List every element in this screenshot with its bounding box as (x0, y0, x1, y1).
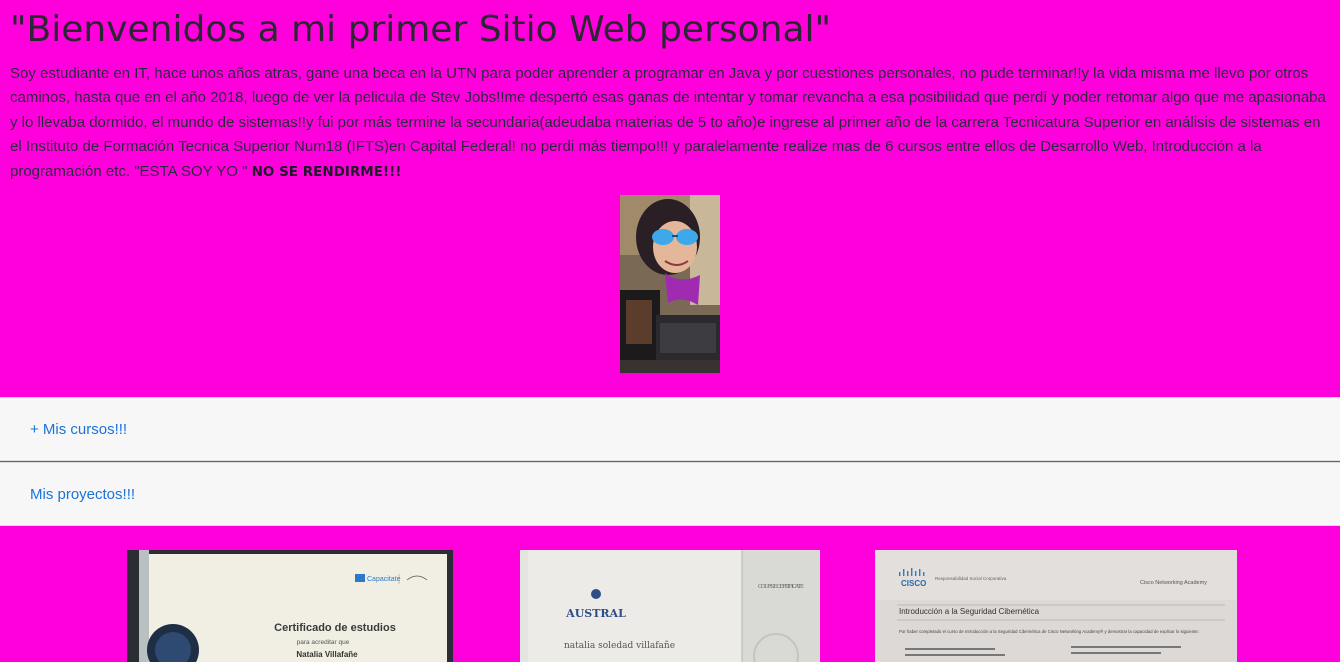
cert1-title: Certificado de estudios (274, 622, 396, 634)
cert3-academy: Cisco Networking Academy (1140, 580, 1207, 586)
cert2-corner: COURSE CERTIFICATE (758, 584, 804, 590)
certificate-capacitate-image: Capacitate Certificado de estudios para … (127, 550, 453, 662)
bio-emphasis: NO SE RENDIRME!!! (251, 163, 402, 180)
cert2-name: natalia soledad villafañe (564, 641, 675, 651)
certificates-gallery: Capacitate Certificado de estudios para … (0, 526, 1340, 662)
profile-photo-illustration (620, 195, 720, 373)
projects-link[interactable]: Mis proyectos!!! (30, 486, 135, 503)
cert3-brand-sub: Responsabilidad Social Corporativa (935, 576, 1007, 581)
certificate-austral-image: AUSTRAL COURSE CERTIFICATE natalia soled… (520, 550, 820, 662)
certificate-cisco-graphic: CISCO Responsabilidad Social Corporativa… (875, 550, 1237, 662)
cert3-brand: CISCO (901, 579, 926, 588)
bio-paragraph: Soy estudiante en IT, hace unos años atr… (10, 62, 1332, 184)
page-title: "Bienvenidos a mi primer Sitio Web perso… (10, 9, 832, 50)
profile-photo (620, 195, 720, 373)
cert1-name: Natalia Villafañe (296, 650, 358, 659)
accordion-courses[interactable]: + Mis cursos!!! (0, 397, 1340, 461)
cert3-heading: Introducción a la Seguridad Cibernética (899, 607, 1040, 616)
cert2-brand: AUSTRAL (565, 607, 626, 620)
certificate-cisco-image: CISCO Responsabilidad Social Corporativa… (875, 550, 1237, 662)
certificate-austral-graphic: AUSTRAL COURSE CERTIFICATE natalia soled… (520, 550, 820, 662)
cert1-brand: Capacitate (367, 576, 401, 583)
certificate-capacitate-graphic: Capacitate Certificado de estudios para … (127, 550, 453, 662)
cert1-subtitle: para acreditar que (297, 639, 350, 646)
cert3-body: Por haber completado el curso de Introdu… (899, 629, 1199, 634)
hero-section: "Bienvenidos a mi primer Sitio Web perso… (0, 0, 1340, 397)
accordion-projects[interactable]: Mis proyectos!!! (0, 462, 1340, 526)
courses-link[interactable]: + Mis cursos!!! (30, 421, 127, 438)
bio-text: Soy estudiante en IT, hace unos años atr… (10, 65, 1326, 180)
